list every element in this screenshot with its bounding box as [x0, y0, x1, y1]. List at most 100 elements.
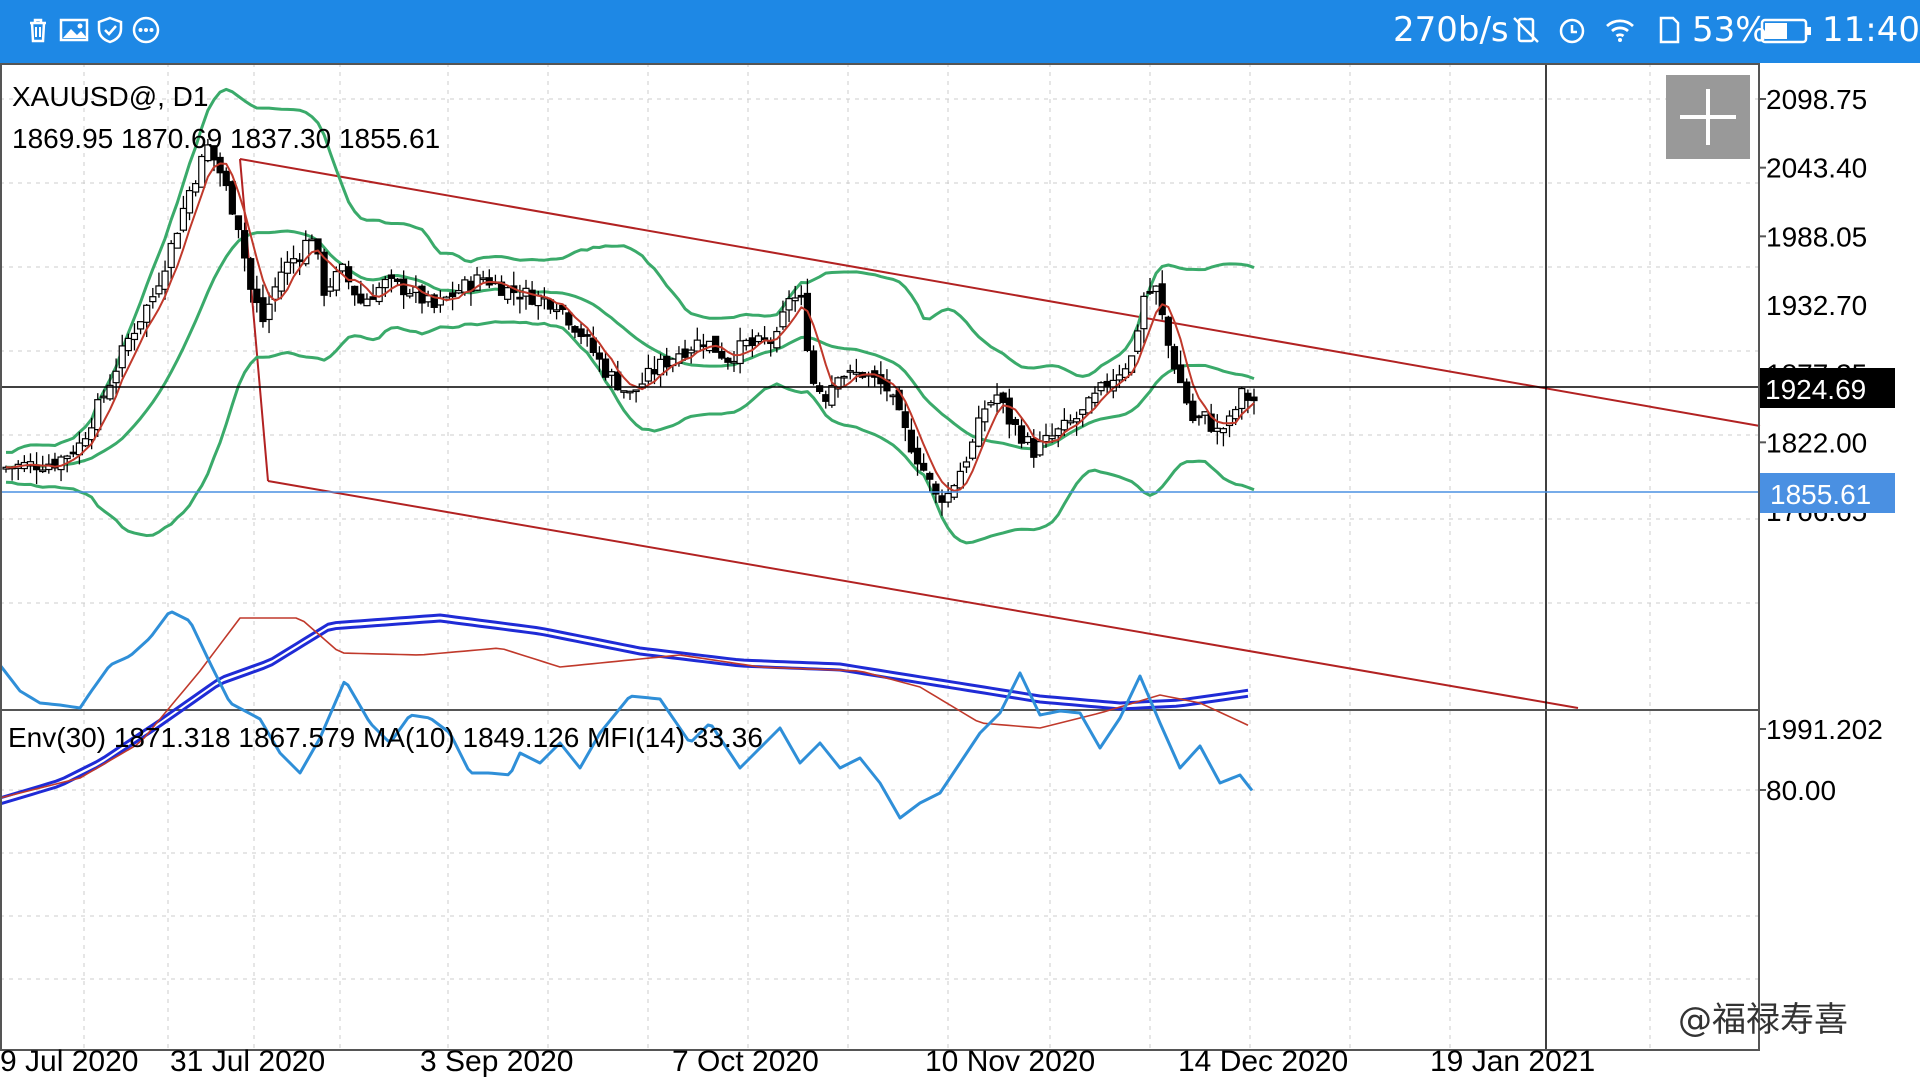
more-icon[interactable]: [130, 14, 162, 46]
candle-body: [822, 394, 830, 402]
crosshair-price: 1924.69: [1765, 374, 1866, 405]
candle-body: [1244, 392, 1252, 401]
trash-icon[interactable]: [22, 14, 54, 46]
candle-body: [1232, 408, 1240, 420]
candle-body: [962, 461, 971, 468]
candle-body: [1054, 428, 1062, 437]
time-tick-label: 31 Jul 2020: [170, 1045, 325, 1078]
candle-body: [253, 288, 261, 304]
candle-body: [718, 350, 726, 359]
symbol-label: XAUUSD@, D1: [12, 81, 208, 112]
candle-body: [528, 289, 536, 305]
candle-body: [516, 296, 524, 300]
candle-body: [393, 278, 402, 282]
price-chart[interactable]: 2098.752043.401988.051877.351822.001766.…: [0, 63, 1920, 1080]
candle-body: [1115, 374, 1124, 381]
indicator-tick-label: 1991.202: [1766, 714, 1883, 745]
candle-body: [601, 358, 610, 378]
mute-icon: [1513, 17, 1539, 43]
candle-body: [143, 304, 151, 323]
candle-body: [1017, 425, 1026, 444]
candle-body: [69, 451, 77, 455]
candle-body: [791, 297, 799, 302]
candle-body: [968, 441, 977, 459]
candle-body: [332, 270, 340, 291]
candle-body: [663, 355, 671, 368]
candle-body: [632, 389, 640, 393]
candle-body: [247, 258, 255, 290]
candle-body: [1183, 381, 1191, 404]
candle-body: [736, 340, 744, 365]
candle-body: [381, 278, 389, 289]
candle-body: [589, 337, 597, 353]
ohlc-readout: 1869.95 1870.69 1837.30 1855.61: [12, 123, 440, 154]
mfi-line: [0, 610, 1254, 820]
indicator-readout: Env(30) 1871.318 1867.579 MA(10) 1849.12…: [8, 722, 763, 753]
candle-body: [748, 337, 756, 347]
candle-body: [418, 285, 426, 304]
candle-body: [828, 384, 836, 406]
candle-body: [846, 370, 854, 373]
candle-body: [1170, 346, 1179, 370]
candle-body: [406, 293, 414, 297]
candle-body: [913, 447, 922, 465]
candle-body: [88, 427, 96, 441]
candle-body: [155, 285, 163, 295]
image-icon[interactable]: [58, 14, 90, 46]
candle-body: [650, 369, 659, 375]
watermark: @福禄寿喜: [1678, 1000, 1848, 1040]
candle-body: [39, 469, 47, 473]
candle-body: [185, 189, 194, 214]
crosshair-button[interactable]: [1666, 75, 1750, 159]
candle-body: [1072, 418, 1081, 423]
candle-body: [63, 455, 71, 460]
indicator-pane: [0, 610, 1254, 820]
candle-body: [956, 470, 964, 489]
candle-body: [944, 492, 952, 503]
candle-body: [32, 465, 41, 471]
candle-body: [901, 411, 909, 429]
candle-body: [296, 259, 304, 263]
candle-body: [809, 350, 818, 384]
candle-body: [779, 311, 787, 328]
candle-body: [565, 312, 573, 326]
candle-body: [730, 360, 738, 364]
candle-body: [363, 298, 371, 307]
candle-body: [1011, 419, 1020, 425]
candle-body: [1030, 438, 1038, 458]
candle-body: [265, 303, 273, 321]
candle-body: [595, 352, 604, 360]
candle-body: [620, 390, 628, 393]
clock: 11:40: [1822, 10, 1920, 50]
candle-body: [1201, 411, 1209, 416]
candle-body: [742, 339, 750, 347]
candle-body: [907, 429, 916, 453]
candle-body: [100, 395, 108, 399]
candle-body: [130, 332, 139, 341]
candle-body: [1213, 427, 1221, 432]
candle-body: [754, 335, 763, 343]
candle-body: [118, 345, 126, 369]
time-tick-label: 14 Dec 2020: [1178, 1045, 1348, 1078]
candle-body: [222, 170, 230, 187]
candle-body: [760, 337, 769, 341]
battery-icon: [1760, 18, 1811, 44]
candle-body: [94, 399, 102, 431]
shield-icon[interactable]: [94, 14, 126, 46]
status-bar: 270b/s 53% 11:40: [0, 0, 1920, 63]
time-tick-label: 10 Nov 2020: [925, 1045, 1095, 1078]
candle-body: [981, 408, 989, 423]
candle-body: [1091, 392, 1099, 404]
candles: [2, 138, 1258, 516]
candle-body: [583, 334, 591, 337]
chart-grid: [0, 63, 1758, 1050]
price-tick-label: 1988.05: [1766, 221, 1867, 252]
bollinger-bands: [5, 87, 1255, 545]
network-speed: 270b/s: [1393, 10, 1509, 50]
candle-body: [1066, 420, 1075, 424]
candle-body: [840, 375, 848, 379]
candle-body: [81, 438, 90, 447]
candle-body: [283, 261, 292, 274]
candle-body: [920, 462, 928, 471]
candle-body: [1079, 409, 1087, 415]
